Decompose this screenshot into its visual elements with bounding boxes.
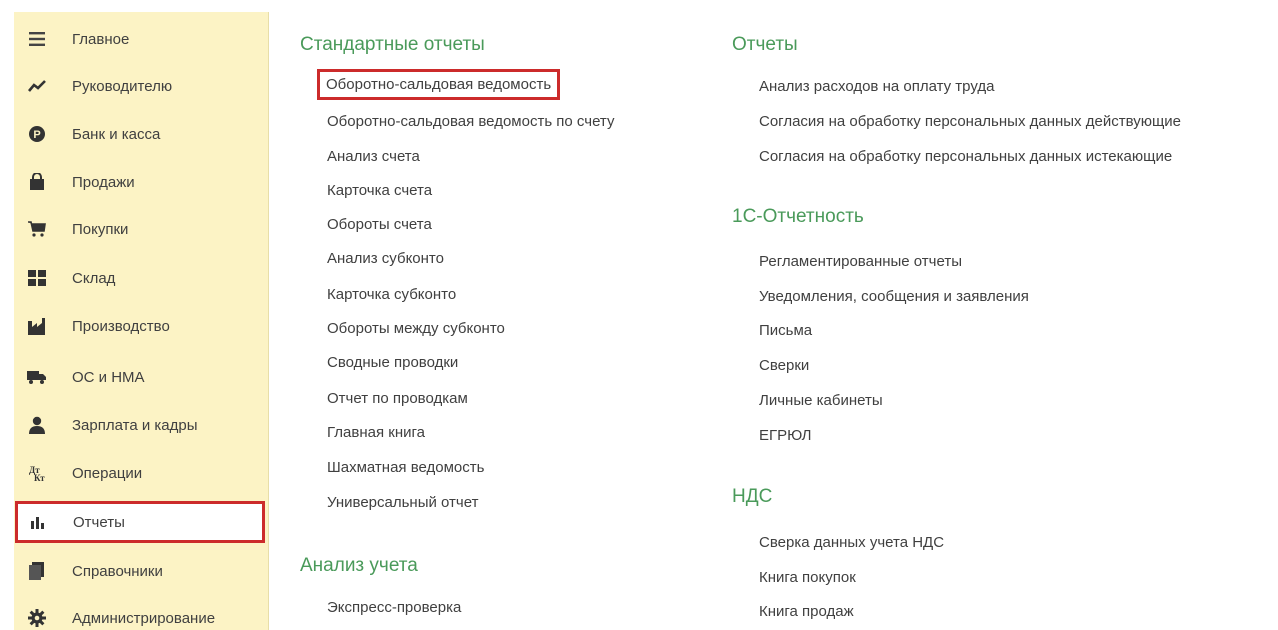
svg-text:Кт: Кт [34, 473, 45, 482]
link-account-turnover[interactable]: Обороты счета [327, 216, 432, 233]
link-letters[interactable]: Письма [759, 322, 812, 339]
link-labor-cost-analysis[interactable]: Анализ расходов на оплату труда [759, 78, 994, 95]
link-entries-report[interactable]: Отчет по проводкам [327, 390, 468, 407]
section-title-reports: Отчеты [732, 34, 798, 55]
section-title-1c-reporting: 1С-Отчетность [732, 206, 864, 227]
link-consents-expiring[interactable]: Согласия на обработку персональных данны… [759, 148, 1172, 165]
sidebar-item-bank[interactable]: Р Банк и касса [14, 113, 268, 155]
sidebar-item-label: Зарплата и кадры [72, 416, 198, 434]
link-turnover-between-subconto[interactable]: Обороты между субконто [327, 320, 505, 337]
link-reconciliations[interactable]: Сверки [759, 357, 809, 374]
sidebar-item-warehouse[interactable]: Склад [14, 257, 268, 299]
link-vat-reconciliation[interactable]: Сверка данных учета НДС [759, 534, 944, 551]
link-account-card[interactable]: Карточка счета [327, 182, 432, 199]
section-title-vat: НДС [732, 486, 773, 507]
sidebar-item-production[interactable]: Производство [14, 305, 268, 347]
page: Главное Руководителю Р Банк и касса Прод… [0, 0, 1278, 630]
menu-icon [27, 29, 47, 49]
sidebar-item-label: Отчеты [73, 513, 125, 531]
cart-icon [27, 219, 47, 239]
link-account-analysis[interactable]: Анализ счета [327, 148, 420, 165]
sidebar-item-manager[interactable]: Руководителю [14, 65, 268, 107]
shopping-bag-icon [27, 172, 47, 192]
link-turnover-balance-sheet[interactable]: Оборотно-сальдовая ведомость [316, 69, 561, 100]
sidebar-item-operations[interactable]: Дт Кт Операции [14, 452, 268, 494]
sidebar-item-label: Покупки [72, 220, 129, 238]
link-summary-entries[interactable]: Сводные проводки [327, 354, 458, 371]
link-purchase-book[interactable]: Книга покупок [759, 569, 856, 586]
sidebar-item-label: Администрирование [72, 609, 216, 627]
sidebar-item-label: Главное [72, 30, 130, 48]
link-general-ledger[interactable]: Главная книга [327, 424, 425, 441]
svg-text:Р: Р [33, 129, 40, 141]
link-express-check[interactable]: Экспресс-проверка [327, 599, 461, 616]
sidebar-item-label: Справочники [72, 562, 163, 580]
sidebar-item-sales[interactable]: Продажи [14, 161, 268, 203]
sidebar-item-label: Склад [72, 269, 116, 287]
link-universal-report[interactable]: Универсальный отчет [327, 494, 478, 511]
operations-icon: Дт Кт [27, 463, 47, 483]
section-title-accounting-analysis: Анализ учета [300, 555, 418, 576]
trend-icon [27, 76, 47, 96]
sidebar-item-label: Банк и касса [72, 125, 161, 143]
link-personal-accounts[interactable]: Личные кабинеты [759, 392, 883, 409]
sidebar: Главное Руководителю Р Банк и касса Прод… [14, 12, 269, 630]
link-chess-sheet[interactable]: Шахматная ведомость [327, 459, 484, 476]
factory-icon [27, 316, 47, 336]
sidebar-item-directories[interactable]: Справочники [14, 550, 268, 592]
link-notifications[interactable]: Уведомления, сообщения и заявления [759, 288, 1029, 305]
book-icon [27, 561, 47, 581]
link-turnover-balance-sheet-by-account[interactable]: Оборотно-сальдовая ведомость по счету [327, 113, 614, 130]
sidebar-item-fixed-assets[interactable]: ОС и НМА [14, 356, 268, 398]
sidebar-item-administration[interactable]: Администрирование [14, 597, 268, 630]
warehouse-icon [27, 268, 47, 288]
link-subconto-card[interactable]: Карточка субконто [327, 286, 456, 303]
sidebar-item-purchases[interactable]: Покупки [14, 208, 268, 250]
sidebar-item-label: Производство [72, 317, 170, 335]
link-sales-book[interactable]: Книга продаж [759, 603, 854, 620]
sidebar-item-main[interactable]: Главное [14, 18, 268, 60]
link-subconto-analysis[interactable]: Анализ субконто [327, 250, 444, 267]
truck-icon [27, 367, 47, 387]
sidebar-item-label: Руководителю [72, 77, 173, 95]
sidebar-item-label: ОС и НМА [72, 368, 145, 386]
person-icon [27, 415, 47, 435]
sidebar-item-reports[interactable]: Отчеты [15, 501, 265, 543]
bar-chart-icon [28, 512, 48, 532]
link-consents-active[interactable]: Согласия на обработку персональных данны… [759, 113, 1181, 130]
sidebar-item-label: Продажи [72, 173, 135, 191]
gear-icon [27, 608, 47, 628]
section-title-standard-reports: Стандартные отчеты [300, 34, 485, 55]
coin-icon: Р [27, 124, 47, 144]
sidebar-item-label: Операции [72, 464, 143, 482]
link-egrul[interactable]: ЕГРЮЛ [759, 427, 811, 444]
sidebar-item-salary[interactable]: Зарплата и кадры [14, 404, 268, 446]
link-regulated-reports[interactable]: Регламентированные отчеты [759, 253, 962, 270]
